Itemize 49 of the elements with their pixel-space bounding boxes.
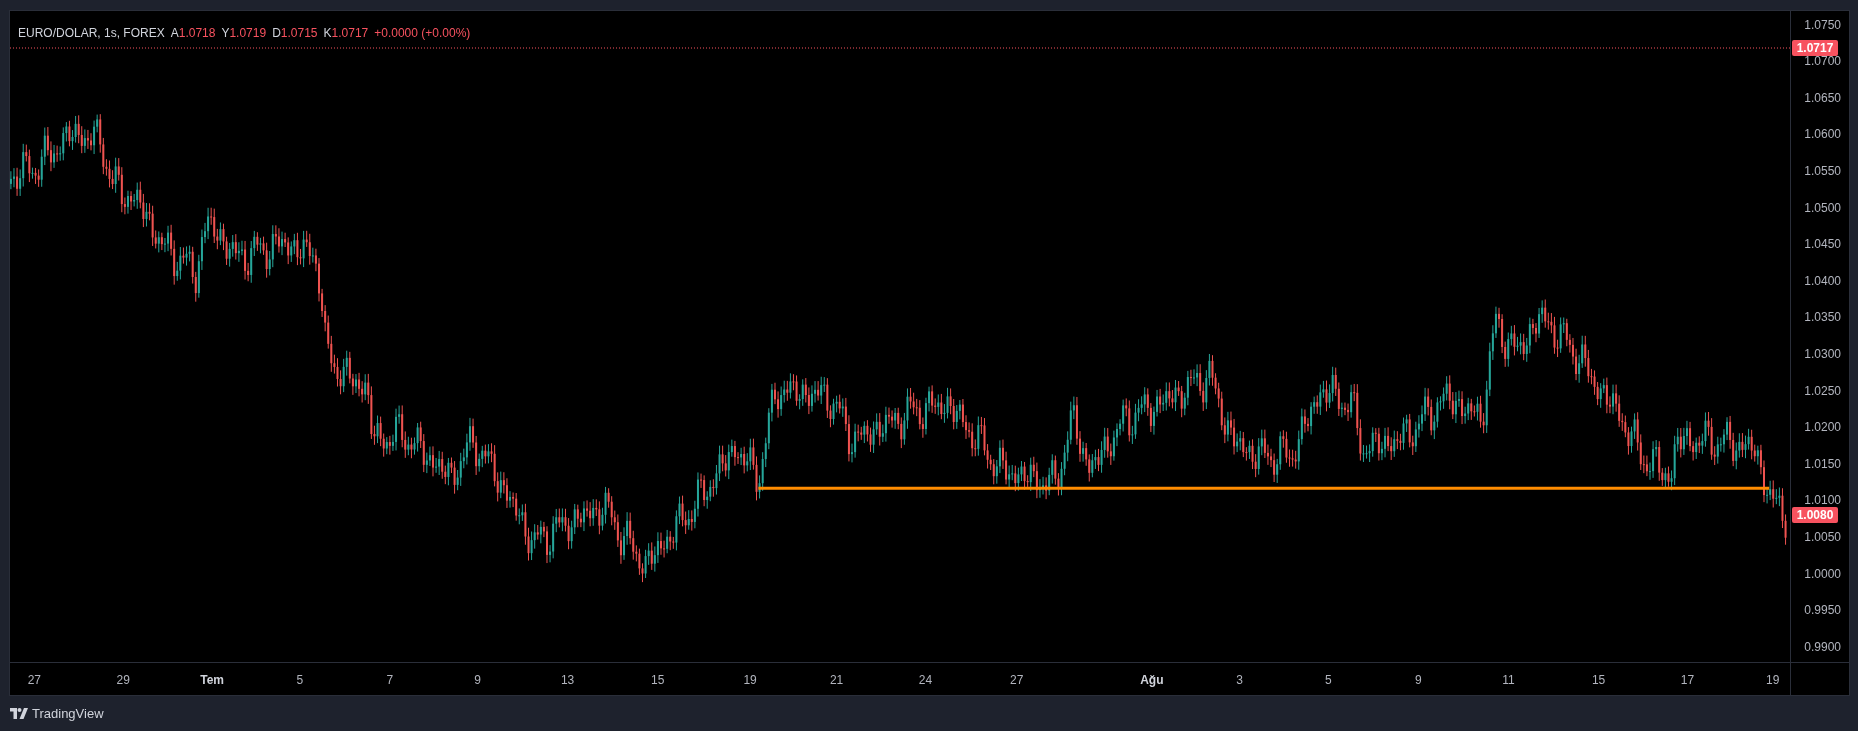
price-tick-label: 1.0600 [1804, 126, 1841, 144]
price-tick-label: 1.0150 [1804, 455, 1841, 473]
time-tick-label: 19 [1766, 672, 1780, 689]
price-tick-label: 1.0400 [1804, 272, 1841, 290]
price-tick-label: 1.0700 [1804, 53, 1841, 71]
price-tick-label: 0.9950 [1804, 602, 1841, 620]
price-tick-label: 1.0200 [1804, 419, 1841, 437]
time-tick-label: 19 [743, 672, 757, 689]
time-tick-label: 24 [918, 672, 933, 689]
time-tick-label: 15 [651, 672, 665, 689]
time-tick-label: 17 [1680, 672, 1695, 689]
time-tick-label: 9 [1415, 672, 1422, 689]
price-tick-label: 1.0300 [1804, 345, 1841, 363]
ohlc-value: K1.0717 [323, 25, 369, 42]
time-tick-label: 9 [474, 672, 481, 689]
time-tick-label: Tem [200, 672, 224, 689]
ohlc-value: Y1.0719 [221, 25, 267, 42]
price-tick-label: 0.9900 [1804, 638, 1841, 656]
change-value: +0.0000 (+0.00%) [374, 25, 471, 42]
price-tick-label: 1.0450 [1804, 236, 1841, 254]
price-label: 1.0080 [1792, 507, 1838, 523]
logo-text: TradingView [32, 705, 104, 723]
time-tick-label: 27 [1010, 672, 1024, 689]
time-tick-label: 11 [1502, 672, 1515, 689]
time-tick-label: 3 [1236, 672, 1243, 689]
price-tick-label: 1.0050 [1804, 528, 1841, 546]
time-tick-label: Ağu [1140, 672, 1164, 689]
horizontal-line[interactable] [758, 486, 1770, 490]
price-tick-label: 1.0550 [1804, 162, 1841, 180]
price-tick-label: 1.0750 [1804, 16, 1841, 34]
time-tick-label: 5 [1325, 672, 1332, 689]
time-tick-label: 21 [829, 672, 844, 689]
price-tick-label: 1.0500 [1804, 199, 1841, 217]
price-tick-label: 1.0250 [1804, 382, 1841, 400]
logo-icon [10, 708, 28, 720]
price-label: 1.0717 [1792, 40, 1838, 56]
ohlc-value: A1.0718 [170, 25, 216, 42]
ohlc-value: D1.0715 [272, 25, 318, 42]
time-tick-label: 29 [116, 672, 130, 689]
price-tick-label: 1.0000 [1804, 565, 1841, 583]
price-tick-label: 1.0350 [1804, 309, 1841, 327]
price-tick-label: 1.0100 [1804, 492, 1841, 510]
time-tick-label: 7 [386, 672, 394, 689]
price-tick-label: 1.0650 [1804, 89, 1841, 107]
symbol-label: EURO/DOLAR, 1s, FOREX [18, 25, 165, 42]
time-tick-label: 13 [560, 672, 575, 689]
time-tick-label: 27 [27, 672, 42, 689]
time-tick-label: 15 [1591, 672, 1606, 689]
time-tick-label: 5 [296, 672, 304, 689]
